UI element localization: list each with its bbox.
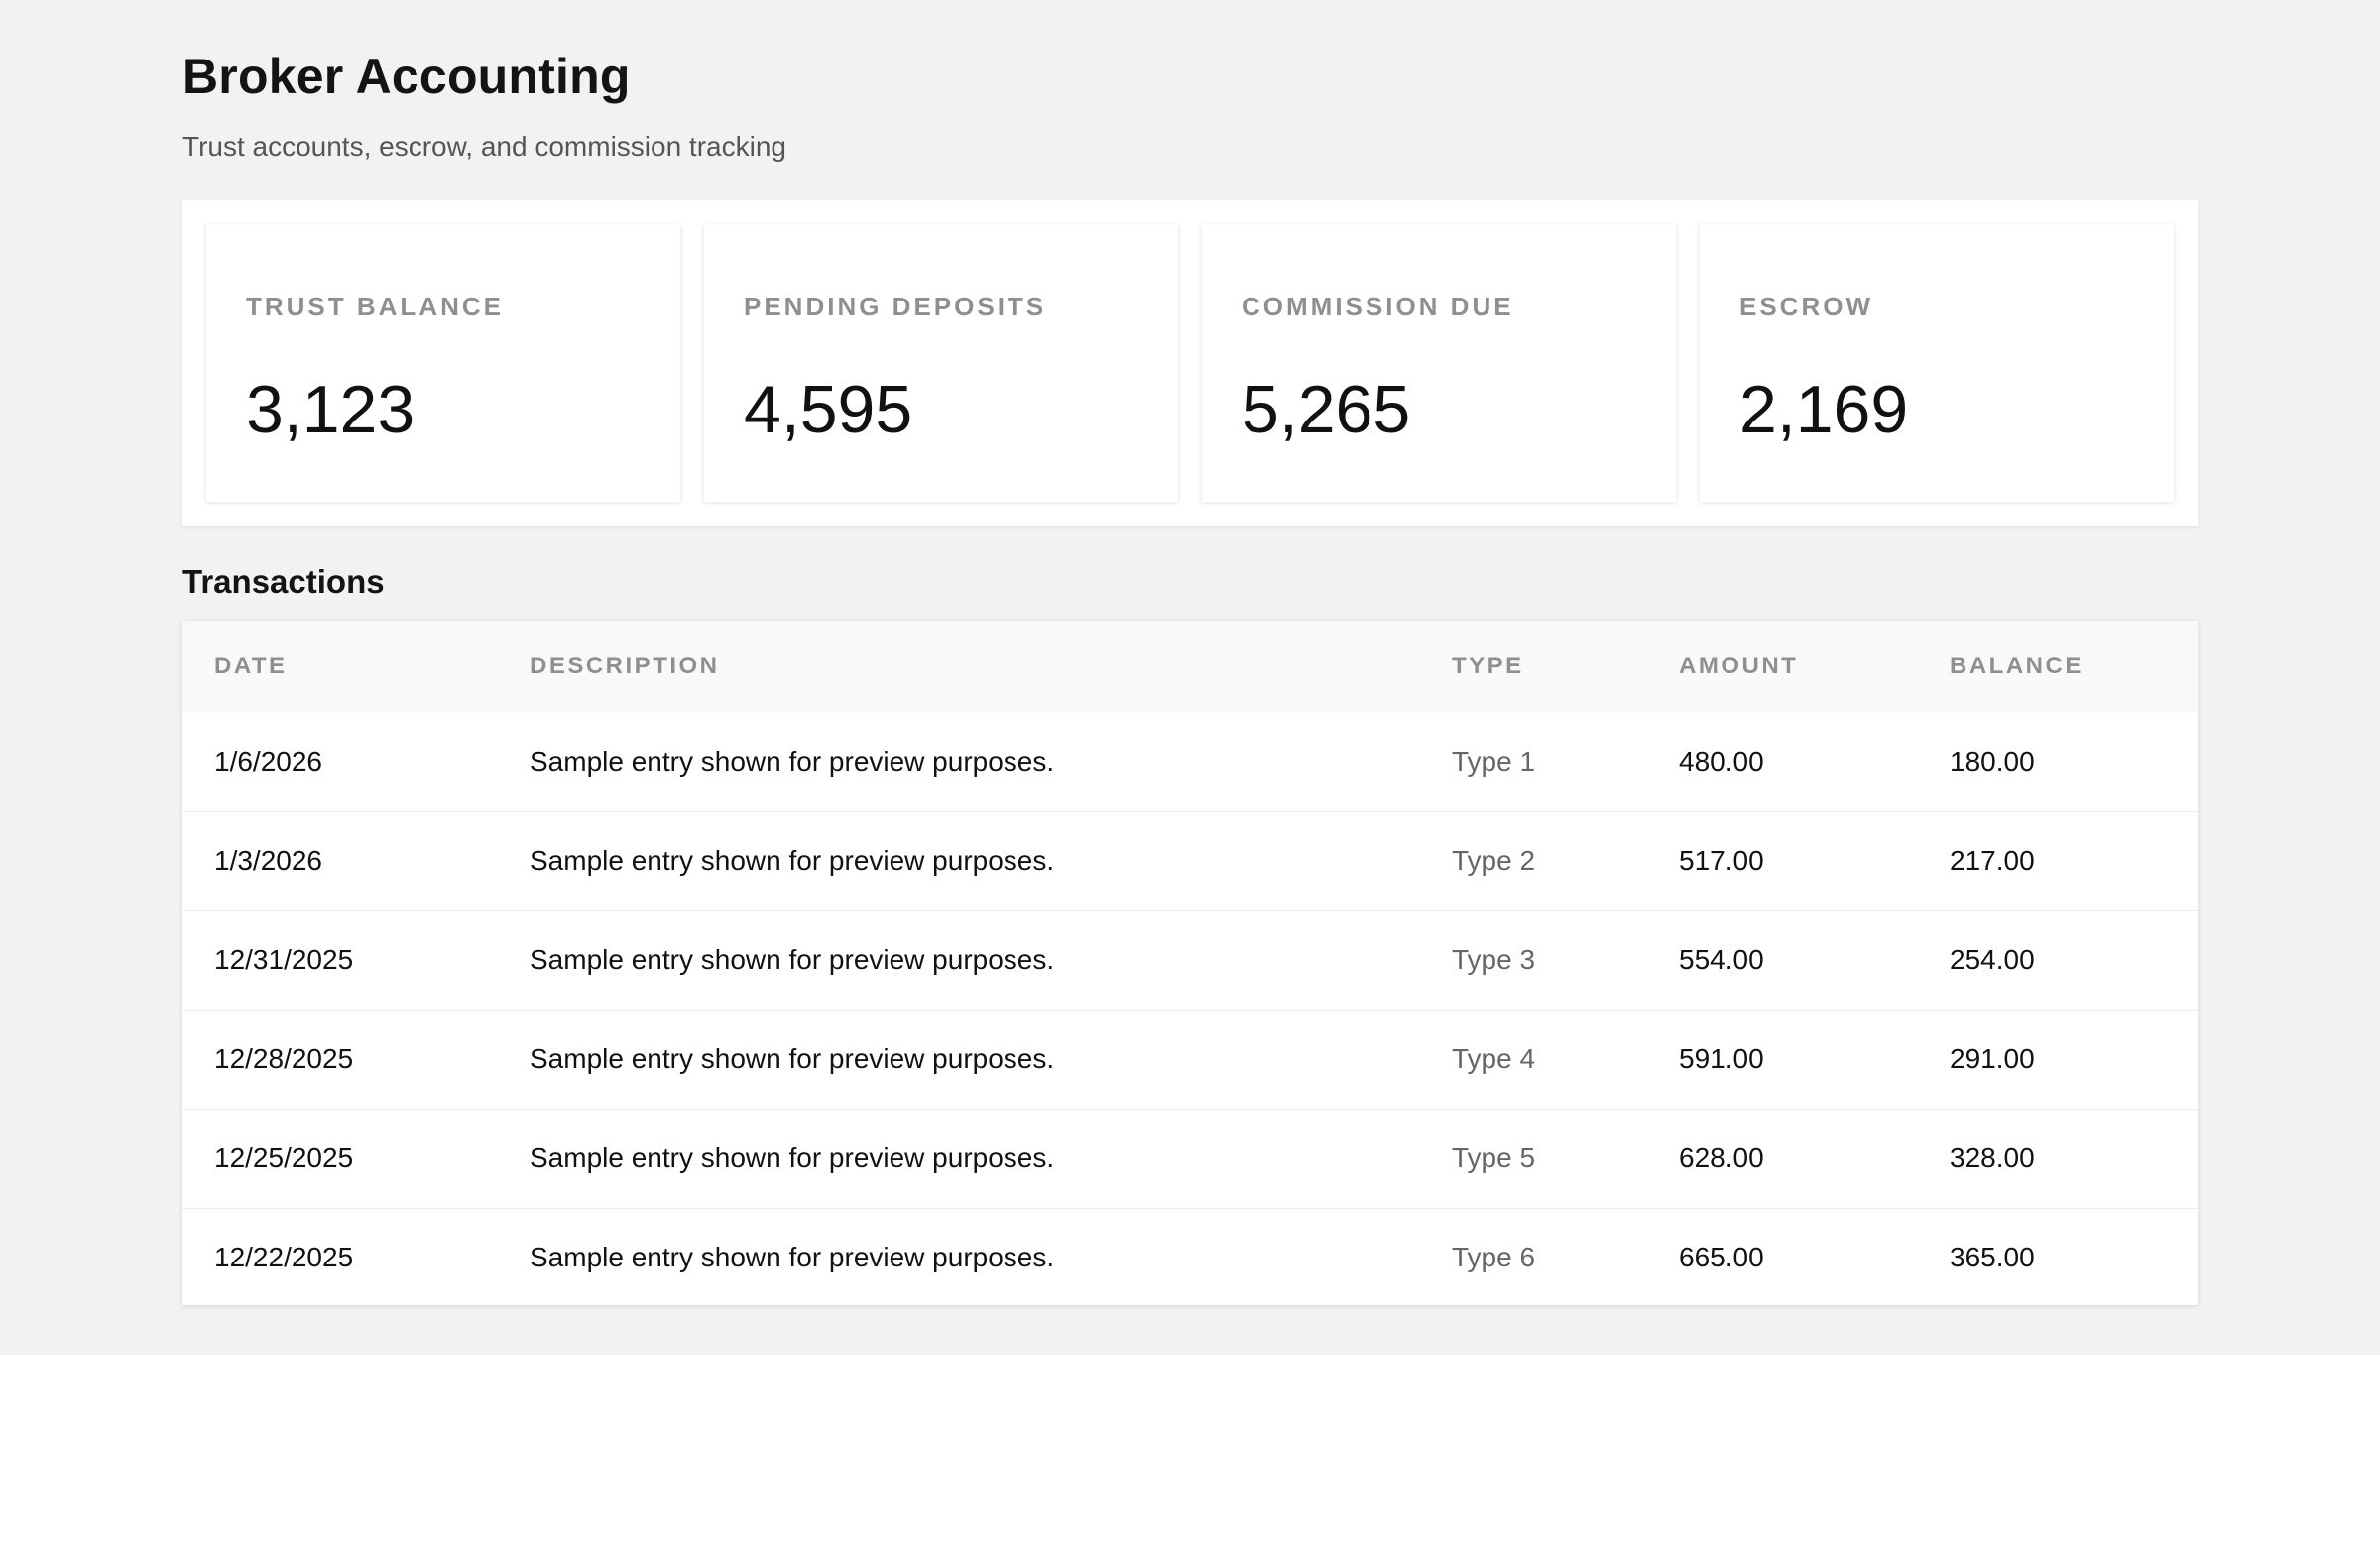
page-subtitle: Trust accounts, escrow, and commission t…	[182, 131, 786, 162]
cell-amount: 517.00	[1679, 845, 1764, 876]
cell-type: Type 2	[1452, 845, 1536, 876]
cell-date: 1/6/2026	[214, 745, 322, 777]
cell-amount: 628.00	[1679, 1142, 1764, 1173]
cell-date: 1/3/2026	[214, 845, 322, 876]
table-header-row: DATE DESCRIPTION TYPE AMOUNT BALANCE	[182, 621, 2198, 712]
table-row[interactable]: 12/31/2025 Sample entry shown for previe…	[182, 910, 2198, 1010]
transactions-table: DATE DESCRIPTION TYPE AMOUNT BALANCE 1/6…	[182, 621, 2198, 1307]
transactions-table-panel: DATE DESCRIPTION TYPE AMOUNT BALANCE 1/6…	[182, 621, 2198, 1305]
table-row[interactable]: 1/6/2026 Sample entry shown for preview …	[182, 712, 2198, 811]
transactions-title: Transactions	[182, 563, 385, 600]
stat-label: COMMISSION DUE	[1242, 292, 1514, 321]
cell-type: Type 5	[1452, 1142, 1536, 1173]
cell-balance: 291.00	[1950, 1043, 2035, 1074]
column-header-description[interactable]: DESCRIPTION	[498, 621, 1420, 712]
stat-value: 4,595	[744, 372, 913, 447]
stat-value: 2,169	[1739, 372, 1909, 447]
stat-label: ESCROW	[1739, 292, 1873, 321]
cell-description: Sample entry shown for preview purposes.	[530, 845, 1055, 876]
cell-balance: 254.00	[1950, 944, 2035, 975]
cell-amount: 665.00	[1679, 1242, 1764, 1273]
stat-label: PENDING DEPOSITS	[744, 292, 1047, 321]
table-body: 1/6/2026 Sample entry shown for preview …	[182, 712, 2198, 1307]
stat-card-escrow: ESCROW 2,169	[1700, 224, 2174, 502]
stat-value: 3,123	[246, 372, 416, 447]
cell-amount: 554.00	[1679, 944, 1764, 975]
cell-amount: 480.00	[1679, 745, 1764, 777]
table-row[interactable]: 12/25/2025 Sample entry shown for previe…	[182, 1109, 2198, 1208]
column-header-type[interactable]: TYPE	[1420, 621, 1647, 712]
cell-amount: 591.00	[1679, 1043, 1764, 1074]
cell-balance: 328.00	[1950, 1142, 2035, 1173]
stat-card-pending-deposits: PENDING DEPOSITS 4,595	[704, 224, 1178, 502]
table-row[interactable]: 1/3/2026 Sample entry shown for preview …	[182, 811, 2198, 910]
table-header: DATE DESCRIPTION TYPE AMOUNT BALANCE	[182, 621, 2198, 712]
stats-panel: TRUST BALANCE 3,123 PENDING DEPOSITS 4,5…	[182, 200, 2198, 526]
cell-balance: 180.00	[1950, 745, 2035, 777]
column-header-balance[interactable]: BALANCE	[1918, 621, 2198, 712]
cell-description: Sample entry shown for preview purposes.	[530, 944, 1055, 975]
cell-type: Type 4	[1452, 1043, 1536, 1074]
cell-description: Sample entry shown for preview purposes.	[530, 745, 1055, 777]
cell-description: Sample entry shown for preview purposes.	[530, 1043, 1055, 1074]
cell-balance: 365.00	[1950, 1242, 2035, 1273]
page-title: Broker Accounting	[182, 49, 631, 104]
cell-balance: 217.00	[1950, 845, 2035, 876]
stat-value: 5,265	[1242, 372, 1411, 447]
column-header-date[interactable]: DATE	[182, 621, 498, 712]
cell-description: Sample entry shown for preview purposes.	[530, 1142, 1055, 1173]
table-row[interactable]: 12/22/2025 Sample entry shown for previe…	[182, 1208, 2198, 1307]
cell-date: 12/31/2025	[214, 944, 354, 975]
cell-type: Type 3	[1452, 944, 1536, 975]
cell-date: 12/28/2025	[214, 1043, 354, 1074]
cell-type: Type 1	[1452, 745, 1536, 777]
stat-label: TRUST BALANCE	[246, 292, 504, 321]
cell-type: Type 6	[1452, 1242, 1536, 1273]
table-row[interactable]: 12/28/2025 Sample entry shown for previe…	[182, 1010, 2198, 1109]
cell-date: 12/25/2025	[214, 1142, 354, 1173]
stat-card-trust-balance: TRUST BALANCE 3,123	[206, 224, 680, 502]
cell-date: 12/22/2025	[214, 1242, 354, 1273]
column-header-amount[interactable]: AMOUNT	[1647, 621, 1918, 712]
stat-card-commission-due: COMMISSION DUE 5,265	[1202, 224, 1676, 502]
cell-description: Sample entry shown for preview purposes.	[530, 1242, 1055, 1273]
